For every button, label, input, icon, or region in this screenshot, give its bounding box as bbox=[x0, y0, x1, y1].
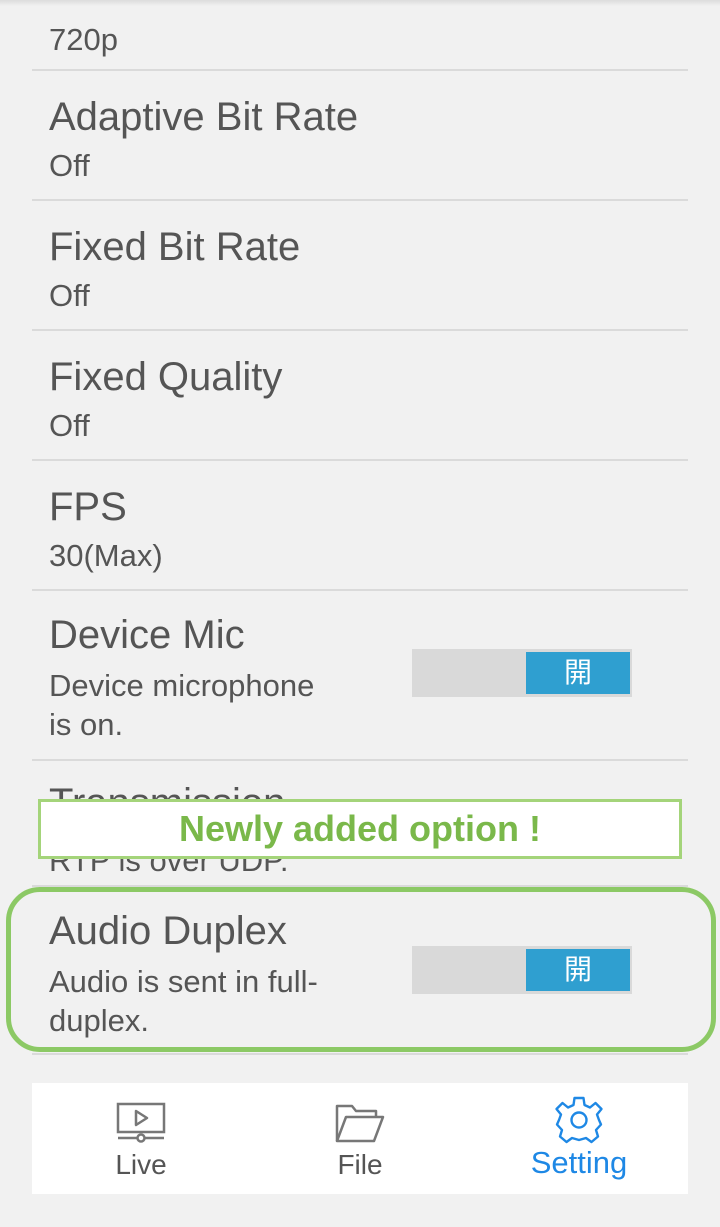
setting-value: Off bbox=[49, 278, 90, 313]
setting-title: Device Mic bbox=[49, 613, 245, 657]
setting-title: Fixed Bit Rate bbox=[49, 225, 301, 269]
setting-row-adaptive-bit-rate[interactable]: Adaptive Bit Rate Off bbox=[32, 71, 688, 199]
tab-label: File bbox=[337, 1149, 383, 1180]
new-option-highlight bbox=[6, 887, 716, 1052]
tab-setting[interactable]: Setting bbox=[470, 1083, 688, 1194]
setting-row-fixed-quality[interactable]: Fixed Quality Off bbox=[32, 331, 688, 459]
device-mic-toggle[interactable]: 開 bbox=[412, 649, 632, 697]
tab-label: Setting bbox=[530, 1145, 628, 1180]
setting-value: 30(Max) bbox=[49, 538, 163, 573]
setting-title: FPS bbox=[49, 485, 127, 529]
setting-value: Off bbox=[49, 148, 90, 183]
gear-icon bbox=[555, 1096, 603, 1144]
live-video-icon bbox=[116, 1102, 166, 1143]
bottom-tab-bar: Live File Setting bbox=[32, 1083, 688, 1194]
setting-row-fps[interactable]: FPS 30(Max) bbox=[32, 461, 688, 589]
setting-row-device-mic: Device Mic Device microphone is on. 開 bbox=[32, 591, 688, 759]
tab-live[interactable]: Live bbox=[32, 1083, 250, 1194]
setting-value: 720p bbox=[49, 22, 118, 57]
setting-description: is on. bbox=[49, 707, 124, 742]
tab-label: Live bbox=[115, 1149, 167, 1180]
setting-description: Device microphone bbox=[49, 668, 315, 703]
folder-icon bbox=[335, 1104, 385, 1143]
new-option-callout: Newly added option ! bbox=[38, 799, 682, 859]
divider bbox=[32, 1053, 688, 1055]
setting-title: Fixed Quality bbox=[49, 355, 283, 399]
setting-row-fixed-bit-rate[interactable]: Fixed Bit Rate Off bbox=[32, 201, 688, 329]
toggle-thumb: 開 bbox=[526, 652, 630, 694]
setting-row-resolution[interactable]: 720p bbox=[32, 0, 688, 70]
setting-value: Off bbox=[49, 408, 90, 443]
setting-title: Adaptive Bit Rate bbox=[49, 95, 359, 139]
tab-file[interactable]: File bbox=[251, 1083, 469, 1194]
